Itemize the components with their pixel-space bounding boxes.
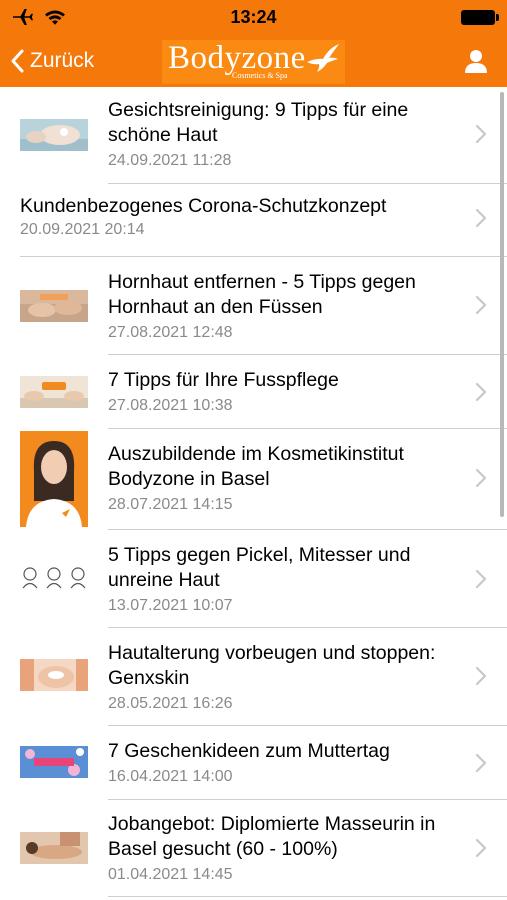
chevron-right-icon bbox=[475, 753, 487, 773]
feet-thumbnail bbox=[20, 290, 88, 322]
article-title: Auszubildende im Kosmetikinstitut Bodyzo… bbox=[108, 443, 404, 490]
back-button[interactable]: Zurück bbox=[10, 44, 94, 78]
status-time: 13:24 bbox=[230, 7, 277, 27]
face-illustrations-thumbnail bbox=[20, 564, 88, 590]
article-title: 7 Geschenkideen zum Muttertag bbox=[108, 740, 390, 762]
chevron-right-icon bbox=[475, 295, 487, 315]
article-date: 28.05.2021 16:26 bbox=[108, 695, 233, 712]
list-item[interactable]: Jobangebot: Diplomierte Masseurin in Bas… bbox=[0, 800, 507, 897]
list-item[interactable]: Hornhaut entfernen - 5 Tipps gegen Hornh… bbox=[0, 257, 507, 355]
status-bar: 13:24 bbox=[0, 0, 507, 36]
bodyzone-logo: Bodyzone Cosmetics & Spa bbox=[162, 40, 345, 84]
article-date: 01.04.2021 14:45 bbox=[108, 866, 233, 883]
chevron-left-icon bbox=[11, 49, 24, 73]
list-item[interactable]: Kundenbezogenes Corona-Schutzkonzept 20.… bbox=[0, 184, 507, 257]
list-item[interactable]: Gesichtsreinigung: 9 Tipps für eine schö… bbox=[0, 87, 507, 184]
mothers-day-banner-thumbnail bbox=[20, 746, 88, 778]
article-list: Gesichtsreinigung: 9 Tipps für eine schö… bbox=[0, 87, 507, 897]
chevron-right-icon bbox=[475, 382, 487, 402]
article-date: 13.07.2021 10:07 bbox=[108, 597, 233, 614]
portrait-thumbnail bbox=[20, 431, 88, 527]
article-title: Hornhaut entfernen - 5 Tipps gegen Hornh… bbox=[108, 271, 416, 318]
list-item[interactable]: Auszubildende im Kosmetikinstitut Bodyzo… bbox=[0, 429, 507, 530]
article-date: 27.08.2021 10:38 bbox=[108, 397, 233, 414]
top-bar: 13:24 Zurück Bodyzone Cosmetics & Spa bbox=[0, 0, 507, 87]
article-date: 24.09.2021 11:28 bbox=[108, 152, 232, 169]
face-cleansing-thumbnail bbox=[20, 119, 88, 151]
list-item[interactable]: 7 Geschenkideen zum Muttertag 16.04.2021… bbox=[0, 726, 507, 800]
article-date: 28.07.2021 14:15 bbox=[108, 496, 233, 513]
chevron-right-icon bbox=[475, 569, 487, 589]
chevron-right-icon bbox=[475, 666, 487, 686]
battery-icon bbox=[461, 10, 499, 25]
foot-care-thumbnail bbox=[20, 376, 88, 408]
chevron-right-icon bbox=[475, 838, 487, 858]
facial-treatment-thumbnail bbox=[20, 659, 88, 691]
list-item[interactable]: 7 Tipps für Ihre Fusspflege 27.08.2021 1… bbox=[0, 355, 507, 429]
list-item[interactable]: 5 Tipps gegen Pickel, Mitesser und unrei… bbox=[0, 530, 507, 628]
article-date: 20.09.2021 20:14 bbox=[20, 221, 145, 238]
logo-subtitle: Cosmetics & Spa bbox=[232, 71, 288, 80]
person-icon[interactable] bbox=[463, 48, 489, 74]
chevron-right-icon bbox=[475, 208, 487, 228]
article-date: 27.08.2021 12:48 bbox=[108, 324, 233, 341]
chevron-right-icon bbox=[475, 124, 487, 144]
article-date: 16.04.2021 14:00 bbox=[108, 768, 233, 785]
chevron-right-icon bbox=[475, 468, 487, 488]
article-title: Hautalterung vorbeugen und stoppen: Genx… bbox=[108, 642, 436, 689]
scrollbar[interactable] bbox=[500, 92, 504, 517]
article-title: Gesichtsreinigung: 9 Tipps für eine schö… bbox=[108, 99, 409, 146]
article-title: Jobangebot: Diplomierte Masseurin in Bas… bbox=[108, 813, 436, 860]
navigation-bar: Zurück Bodyzone Cosmetics & Spa bbox=[0, 36, 507, 87]
back-button-label: Zurück bbox=[30, 49, 95, 72]
article-title: 5 Tipps gegen Pickel, Mitesser und unrei… bbox=[108, 544, 411, 591]
hummingbird-icon bbox=[307, 44, 339, 72]
massage-thumbnail bbox=[20, 832, 88, 864]
article-title: Kundenbezogenes Corona-Schutzkonzept bbox=[20, 195, 387, 217]
list-item[interactable]: Hautalterung vorbeugen und stoppen: Genx… bbox=[0, 628, 507, 726]
article-title: 7 Tipps für Ihre Fusspflege bbox=[108, 369, 339, 391]
